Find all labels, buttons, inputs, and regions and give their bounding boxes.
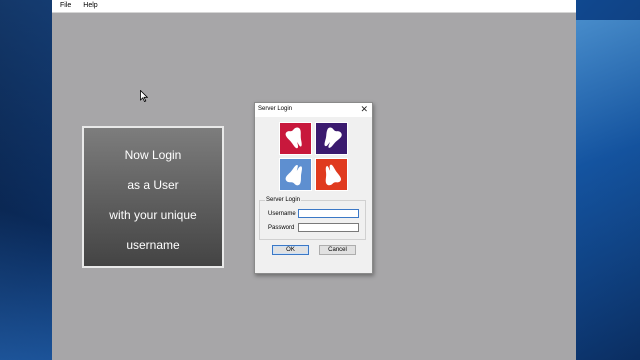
tooth-icon [280, 159, 311, 190]
logo-tile [315, 122, 348, 155]
tooth-icon [316, 123, 347, 154]
ok-button[interactable]: OK [272, 245, 309, 255]
username-label: Username [268, 211, 296, 217]
tooth-icon [280, 123, 311, 154]
tooth-icon [316, 159, 347, 190]
logo-tile [279, 122, 312, 155]
info-line: with your unique [109, 208, 197, 222]
logo-tile [279, 158, 312, 191]
server-login-dialog: Server Login ✕ Server Login Username Pas… [254, 102, 373, 274]
dialog-titlebar[interactable]: Server Login ✕ [255, 103, 372, 117]
logo-tile [315, 158, 348, 191]
mouse-cursor-icon [140, 90, 148, 102]
info-line: as a User [127, 178, 179, 192]
close-icon[interactable]: ✕ [360, 104, 368, 115]
password-input[interactable] [298, 223, 359, 232]
dialog-title: Server Login [258, 106, 293, 112]
app-logo [279, 122, 349, 192]
groupbox-label: Server Login [265, 196, 302, 204]
username-input[interactable] [298, 209, 359, 218]
wallpaper-light-beam-left [0, 0, 55, 360]
info-line: username [126, 238, 180, 252]
info-panel: Now Login as a User with your unique use… [82, 126, 224, 268]
menu-file[interactable]: File [52, 1, 71, 11]
server-login-groupbox [259, 200, 366, 240]
cancel-button[interactable]: Cancel [319, 245, 356, 255]
menubar: File Help [52, 0, 576, 13]
password-label: Password [268, 225, 295, 231]
menu-help[interactable]: Help [71, 1, 97, 11]
info-line: Now Login [124, 148, 182, 162]
